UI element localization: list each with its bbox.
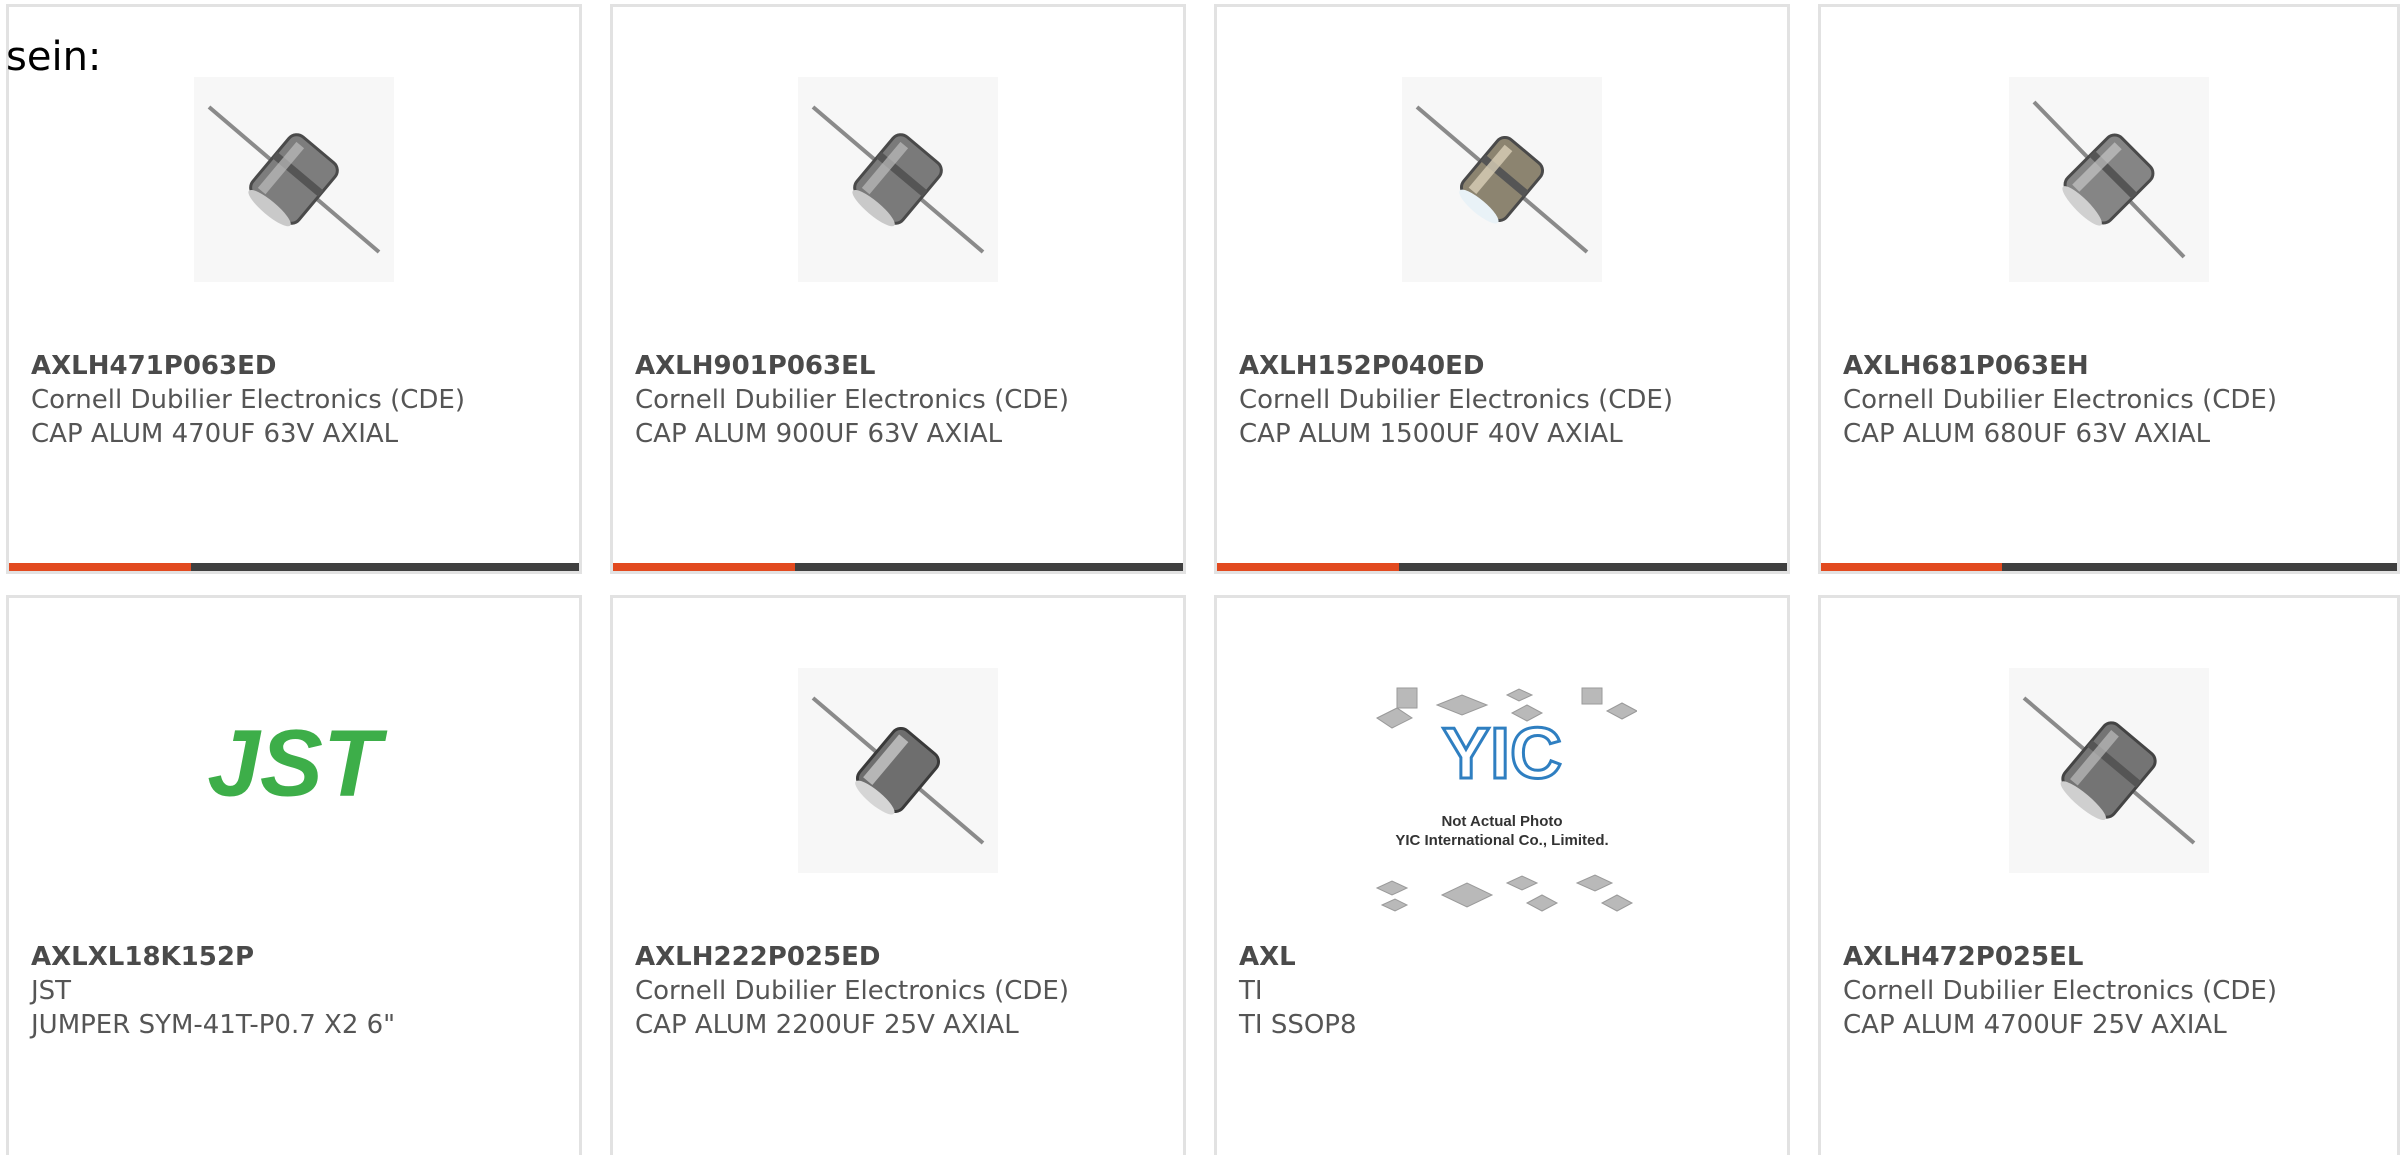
- axial-capacitor-icon: [2009, 77, 2209, 282]
- card-progress-bar: [9, 563, 579, 571]
- description-label: CAP ALUM 1500UF 40V AXIAL: [1239, 419, 1623, 449]
- part-number-link[interactable]: AXLH901P063EL: [635, 349, 1173, 383]
- manufacturer-label: Cornell Dubilier Electronics (CDE): [31, 385, 465, 415]
- part-number-link[interactable]: AXL: [1239, 940, 1777, 974]
- intro-text: sein:: [6, 34, 102, 80]
- product-card[interactable]: JST AXLXL18K152P JST JUMPER SYM-41T-P0.7…: [6, 595, 582, 1155]
- card-progress-bar: [613, 563, 1183, 571]
- part-number-link[interactable]: AXLH471P063ED: [31, 349, 569, 383]
- part-number-link[interactable]: AXLH472P025EL: [1843, 940, 2387, 974]
- product-image[interactable]: [798, 77, 998, 282]
- description-label: CAP ALUM 470UF 63V AXIAL: [31, 419, 399, 449]
- axial-capacitor-icon: [1402, 77, 1602, 282]
- manufacturer-label: TI: [1239, 976, 1263, 1006]
- product-image[interactable]: [1402, 77, 1602, 282]
- part-number-link[interactable]: AXLH222P025ED: [635, 940, 1173, 974]
- description-label: JUMPER SYM-41T-P0.7 X2 6": [31, 1010, 396, 1040]
- description-label: CAP ALUM 900UF 63V AXIAL: [635, 419, 1003, 449]
- yic-placeholder-image: YIC Not Actual Photo YIC International C…: [1375, 687, 1637, 912]
- card-progress-bar: [1821, 563, 2397, 571]
- product-card[interactable]: AXLH681P063EH Cornell Dubilier Electroni…: [1818, 4, 2400, 574]
- axial-capacitor-icon: [2009, 668, 2209, 873]
- product-grid-page: sein: AXLH471P063ED Cornell Dubilier Ele…: [0, 0, 2400, 1155]
- manufacturer-label: Cornell Dubilier Electronics (CDE): [1843, 385, 2277, 415]
- part-number-link[interactable]: AXLH681P063EH: [1843, 349, 2387, 383]
- product-image[interactable]: [194, 77, 394, 282]
- manufacturer-label: JST: [31, 976, 72, 1006]
- progress-fill: [1821, 563, 2003, 571]
- progress-fill: [1217, 563, 1400, 571]
- product-card[interactable]: AXLH901P063EL Cornell Dubilier Electroni…: [610, 4, 1186, 574]
- card-progress-bar: [1217, 563, 1787, 571]
- axial-capacitor-icon: [798, 77, 998, 282]
- svg-text:JST: JST: [207, 711, 388, 817]
- jst-logo: JST: [207, 711, 388, 817]
- progress-fill: [613, 563, 796, 571]
- product-card[interactable]: YIC Not Actual Photo YIC International C…: [1214, 595, 1790, 1155]
- part-number-link[interactable]: AXLH152P040ED: [1239, 349, 1777, 383]
- manufacturer-label: Cornell Dubilier Electronics (CDE): [1239, 385, 1673, 415]
- product-image[interactable]: [798, 668, 998, 873]
- progress-fill: [9, 563, 192, 571]
- svg-text:Not Actual Photo: Not Actual Photo: [1441, 813, 1562, 830]
- product-card[interactable]: AXLH152P040ED Cornell Dubilier Electroni…: [1214, 4, 1790, 574]
- product-image[interactable]: [2009, 77, 2209, 282]
- product-image[interactable]: [2009, 668, 2209, 873]
- manufacturer-label: Cornell Dubilier Electronics (CDE): [1843, 976, 2277, 1006]
- product-card[interactable]: AXLH472P025EL Cornell Dubilier Electroni…: [1818, 595, 2400, 1155]
- product-card[interactable]: AXLH471P063ED Cornell Dubilier Electroni…: [6, 4, 582, 574]
- svg-text:YIC International Co., Limited: YIC International Co., Limited.: [1395, 832, 1608, 849]
- manufacturer-label: Cornell Dubilier Electronics (CDE): [635, 976, 1069, 1006]
- description-label: CAP ALUM 680UF 63V AXIAL: [1843, 419, 2211, 449]
- description-label: CAP ALUM 2200UF 25V AXIAL: [635, 1010, 1019, 1040]
- svg-text:YIC: YIC: [1442, 714, 1562, 794]
- axial-capacitor-icon: [798, 668, 998, 873]
- description-label: CAP ALUM 4700UF 25V AXIAL: [1843, 1010, 2227, 1040]
- product-image[interactable]: JST: [194, 668, 394, 873]
- product-card[interactable]: AXLH222P025ED Cornell Dubilier Electroni…: [610, 595, 1186, 1155]
- product-image[interactable]: YIC Not Actual Photo YIC International C…: [1367, 683, 1637, 928]
- description-label: TI SSOP8: [1239, 1010, 1357, 1040]
- axial-capacitor-icon: [194, 77, 394, 282]
- manufacturer-label: Cornell Dubilier Electronics (CDE): [635, 385, 1069, 415]
- part-number-link[interactable]: AXLXL18K152P: [31, 940, 569, 974]
